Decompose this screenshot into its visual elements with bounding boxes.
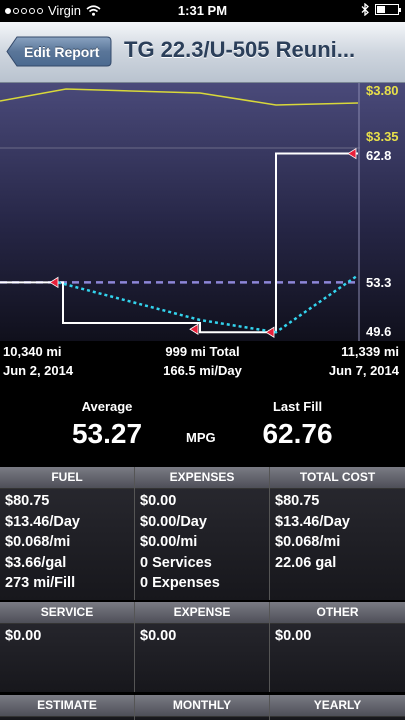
total-gallons: 22.06 gal xyxy=(275,554,337,571)
total-cost-per-mile: $0.068/mi xyxy=(275,534,341,550)
yearly-panel-header: YEARLY xyxy=(270,695,405,717)
mpg-price-chart: $3.80 $3.35 62.8 53.3 49.6 xyxy=(0,83,405,341)
average-mpg-value: 53.27 xyxy=(71,418,143,449)
monthly-panel-header: MONTHLY xyxy=(135,695,269,717)
mpg-tick-label: 49.6 xyxy=(366,324,391,339)
expenses-per-day: $0.00/Day xyxy=(140,513,207,530)
expenses-panel-header: EXPENSES xyxy=(135,467,269,489)
fuel-per-mile: $0.068/mi xyxy=(5,534,71,550)
end-odometer: 11,339 mi xyxy=(341,344,399,359)
mpg-tick-label: 53.3 xyxy=(366,275,391,290)
price-tick-label: $3.80 xyxy=(366,83,399,98)
mpg-tick-label: 62.8 xyxy=(366,148,391,163)
fuel-miles-per-fill: 273 mi/Fill xyxy=(5,575,76,591)
other-panel[interactable]: OTHER $0.00 xyxy=(270,602,405,692)
price-tick-label: $3.35 xyxy=(366,129,399,144)
fuel-per-day: $13.46/Day xyxy=(5,513,80,530)
estimate-panel-header: ESTIMATE xyxy=(0,695,134,717)
expenses-total: $0.00 xyxy=(140,493,177,509)
back-button-label: Edit Report xyxy=(24,44,100,60)
total-cost-panel-header: TOTAL COST xyxy=(270,467,405,489)
last-fill-label: Last Fill xyxy=(272,399,323,414)
fuel-per-gallon: $3.66/gal xyxy=(5,554,67,571)
mpg-summary: Average 53.27 MPG Last Fill 62.76 xyxy=(0,388,405,460)
status-bar: Virgin 1:31 PM xyxy=(0,0,405,22)
service-total: $0.00 xyxy=(5,628,42,644)
service-panel[interactable]: SERVICE $0.00 xyxy=(0,602,135,692)
navigation-bar: Edit Report TG 22.3/U-505 Reuni... xyxy=(0,22,405,83)
expenses-panel[interactable]: EXPENSES $0.00 $0.00/Day $0.00/mi 0 Serv… xyxy=(135,467,270,600)
bluetooth-icon xyxy=(361,3,369,16)
mpg-unit: MPG xyxy=(186,430,216,445)
fuel-panel[interactable]: FUEL $80.75 $13.46/Day $0.068/mi $3.66/g… xyxy=(0,467,135,600)
battery-icon xyxy=(375,4,401,15)
chart-background xyxy=(0,83,405,341)
end-date: Jun 7, 2014 xyxy=(328,363,399,378)
chart-x-axis-labels: 10,340 mi Jun 2, 2014 999 mi Total 166.5… xyxy=(0,341,405,381)
expense-panel[interactable]: EXPENSE $0.00 xyxy=(135,602,270,692)
other-panel-header: OTHER xyxy=(270,602,405,624)
service-panel-header: SERVICE xyxy=(0,602,134,624)
total-cost-panel[interactable]: TOTAL COST $80.75 $13.46/Day $0.068/mi 2… xyxy=(270,467,405,600)
yearly-panel[interactable]: YEARLY xyxy=(270,695,405,720)
fuel-total: $80.75 xyxy=(5,493,50,509)
total-cost-per-day: $13.46/Day xyxy=(275,513,350,530)
estimate-panel[interactable]: ESTIMATE xyxy=(0,695,135,720)
fuel-panel-header: FUEL xyxy=(0,467,134,489)
expenses-count: 0 Expenses xyxy=(140,575,220,591)
services-count: 0 Services xyxy=(140,554,212,571)
expense-total: $0.00 xyxy=(140,628,177,644)
expense-panel-header: EXPENSE xyxy=(135,602,269,624)
average-label: Average xyxy=(81,399,133,414)
other-total: $0.00 xyxy=(275,628,312,644)
edit-report-back-button[interactable]: Edit Report xyxy=(6,36,112,67)
monthly-panel[interactable]: MONTHLY xyxy=(135,695,270,720)
expenses-per-mile: $0.00/mi xyxy=(140,534,198,550)
total-cost-total: $80.75 xyxy=(275,493,320,509)
last-fill-mpg-value: 62.76 xyxy=(262,418,333,449)
status-time: 1:31 PM xyxy=(177,3,228,18)
page-title: TG 22.3/U-505 Reuni... xyxy=(124,37,356,62)
